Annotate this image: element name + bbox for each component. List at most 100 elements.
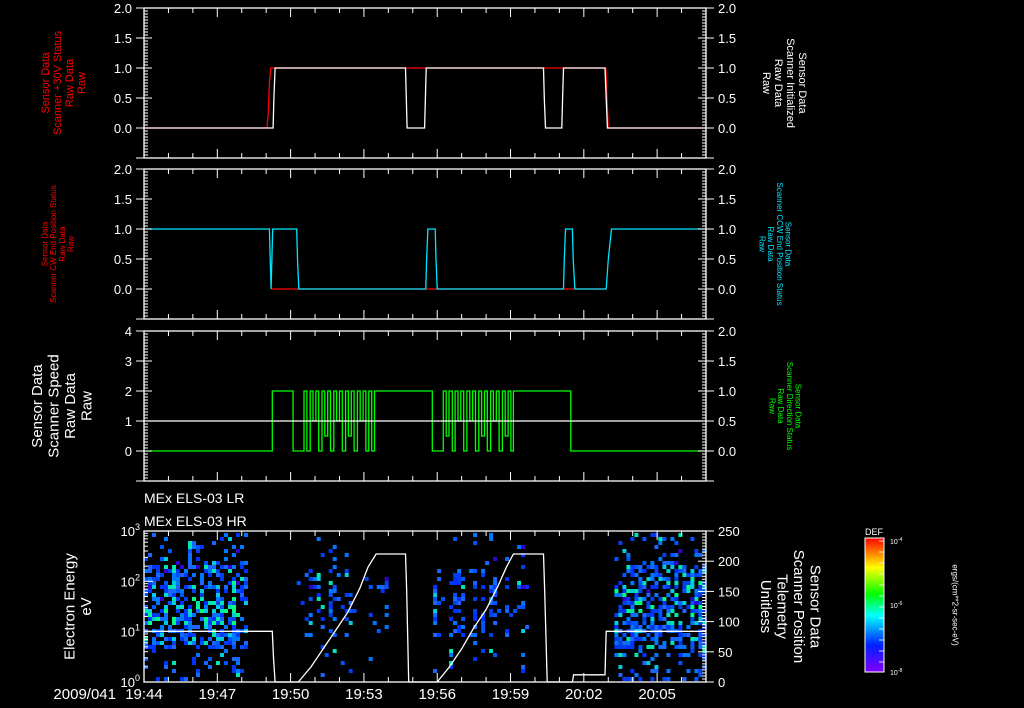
- spectrogram-cell: [654, 641, 659, 645]
- spectrogram-cell: [244, 533, 248, 537]
- colorbar-tick-label: 10-4: [890, 537, 902, 546]
- spectrogram-cell: [180, 601, 184, 605]
- spectrogram-cell: [224, 565, 228, 569]
- spectrogram-cell: [626, 597, 631, 601]
- spectrogram-cell: [650, 533, 655, 537]
- spectrogram-cell: [674, 613, 679, 617]
- spectrogram-cell: [433, 593, 438, 597]
- spectrogram-cell: [670, 565, 675, 569]
- spectrogram-cell: [453, 581, 458, 585]
- spectrogram-cell: [666, 609, 671, 613]
- spectrogram-cell: [196, 605, 200, 609]
- spectrogram-cell: [670, 641, 675, 645]
- spectrogram-cell: [481, 649, 486, 653]
- spectrogram-cell: [208, 617, 212, 621]
- spectrogram-cell: [328, 549, 333, 553]
- spectrogram-cell: [228, 621, 232, 625]
- left-tick-label: 2: [125, 384, 132, 399]
- spectrogram-cell: [686, 633, 691, 637]
- spectrogram-cell: [650, 561, 655, 565]
- spectrogram-cell: [240, 577, 244, 581]
- spectrogram-cell: [224, 557, 228, 561]
- spectrogram-cell: [244, 561, 248, 565]
- spectrogram-cell: [180, 637, 184, 641]
- spectrogram-cell: [228, 641, 232, 645]
- spectrogram-cell: [670, 597, 675, 601]
- spectrogram-cell: [204, 585, 208, 589]
- spectrogram-cell: [622, 585, 627, 589]
- spectrogram-cell: [232, 621, 236, 625]
- spectrogram-cell: [168, 625, 172, 629]
- spectrogram-cell: [513, 609, 518, 613]
- spectrogram-cell: [630, 621, 635, 625]
- spectrogram-cell: [184, 633, 188, 637]
- tick-base: 10: [121, 625, 135, 640]
- spectrogram-cell: [188, 557, 192, 561]
- spectrogram-cell: [614, 633, 619, 637]
- spectrogram-cell: [674, 637, 679, 641]
- spectrogram-cell: [232, 613, 236, 617]
- spectrogram-cell: [678, 565, 683, 569]
- spectrogram-cell: [160, 545, 164, 549]
- spectrogram-cell: [630, 581, 635, 585]
- spectrogram-cell: [674, 577, 679, 581]
- spectrogram-cell: [228, 637, 232, 641]
- spectrogram-cell: [461, 633, 466, 637]
- spectrogram-cell: [618, 605, 623, 609]
- spectrogram-cell: [172, 585, 176, 589]
- spectrogram-cell: [682, 645, 687, 649]
- spectrogram-cell: [232, 545, 236, 549]
- spectrogram-cell: [642, 637, 647, 641]
- spectrogram-cell: [328, 609, 333, 613]
- spectrogram-cell: [634, 533, 639, 537]
- spectrogram-cell: [453, 537, 458, 541]
- tick-exponent: 0: [135, 673, 140, 683]
- spectrogram-cell: [666, 669, 671, 673]
- spectrogram-cell: [461, 585, 466, 589]
- spectrogram-cell: [228, 617, 232, 621]
- spectrogram-cell: [437, 577, 442, 581]
- spectrogram-cell: [686, 669, 691, 673]
- spectrogram-cell: [666, 653, 671, 657]
- spectrogram-cell: [152, 617, 156, 621]
- spectrogram-cell: [489, 533, 494, 537]
- spectrogram-cell: [618, 641, 623, 645]
- spectrogram-cell: [172, 569, 176, 573]
- spectrogram-cell: [168, 589, 172, 593]
- spectrogram-cell: [148, 565, 152, 569]
- spectrogram-cell: [328, 605, 333, 609]
- spectrogram-cell: [232, 601, 236, 605]
- spectrogram-cell: [308, 569, 313, 573]
- spectrogram-cell: [236, 573, 240, 577]
- spectrogram-cell: [224, 641, 228, 645]
- left-tick-label: 2.0: [114, 1, 132, 16]
- spectrogram-cell: [236, 589, 240, 593]
- colorbar-gradient: [864, 537, 885, 673]
- spectrogram-cell: [180, 613, 184, 617]
- spectrogram-cell: [228, 565, 232, 569]
- spectrogram-cell: [622, 549, 627, 553]
- spectrogram-cell: [461, 617, 466, 621]
- spectrogram-cell: [200, 577, 204, 581]
- spectrogram-cell: [618, 637, 623, 641]
- spectrogram-cell: [312, 585, 317, 589]
- spectrogram-cell: [164, 557, 168, 561]
- spectrogram-cell: [316, 573, 321, 577]
- spectrogram-cell: [654, 609, 659, 613]
- spectrogram-cell: [457, 573, 462, 577]
- spectrogram-cell: [682, 677, 687, 681]
- spectrogram-cell: [461, 625, 466, 629]
- spectrogram-cell: [216, 605, 220, 609]
- spectrogram-cell: [196, 557, 200, 561]
- spectrogram-cell: [344, 553, 349, 557]
- spectrogram-cell: [694, 637, 699, 641]
- spectrogram-cell: [240, 589, 244, 593]
- spectrogram-cell: [650, 609, 655, 613]
- spectrogram-cell: [196, 645, 200, 649]
- spectrogram-cell: [200, 573, 204, 577]
- spectrogram-cell: [634, 601, 639, 605]
- spectrogram-cell: [232, 633, 236, 637]
- spectrogram-cell: [650, 597, 655, 601]
- spectrogram-cell: [670, 637, 675, 641]
- spectrogram-cell: [232, 609, 236, 613]
